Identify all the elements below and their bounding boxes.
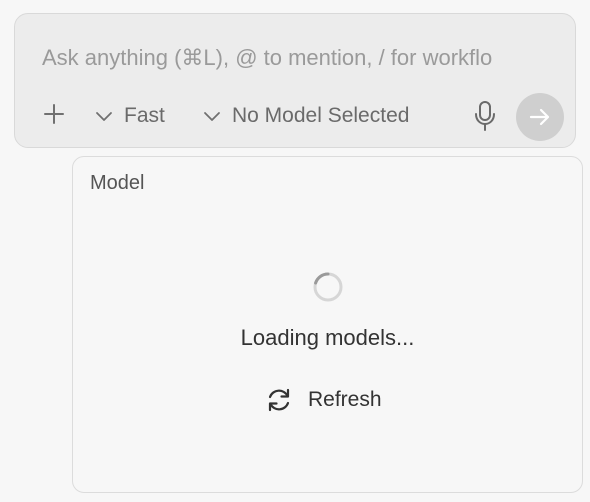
chat-composer: Fast No Model Selected — [14, 13, 576, 148]
model-dropdown-label: No Model Selected — [232, 104, 410, 127]
chevron-down-icon — [204, 112, 220, 121]
chevron-down-icon — [96, 112, 112, 121]
voice-input-button[interactable] — [473, 100, 497, 132]
microphone-icon — [475, 101, 495, 131]
send-button[interactable] — [516, 93, 564, 141]
popover-title: Model — [90, 172, 145, 194]
refresh-button[interactable]: Refresh — [265, 385, 382, 415]
model-selector-popover: Model Loading models... Refresh — [72, 156, 583, 493]
model-dropdown[interactable]: No Model Selected — [203, 102, 409, 130]
add-context-button[interactable] — [41, 101, 67, 127]
prompt-input[interactable] — [42, 42, 552, 74]
arrow-right-icon — [529, 108, 550, 126]
loading-status-text: Loading models... — [240, 325, 415, 350]
refresh-icon — [268, 388, 290, 412]
refresh-button-label: Refresh — [308, 388, 382, 411]
plus-icon — [44, 104, 64, 124]
spinner-icon — [313, 272, 343, 302]
mode-dropdown-label: Fast — [124, 104, 165, 127]
mode-dropdown[interactable]: Fast — [95, 102, 165, 130]
